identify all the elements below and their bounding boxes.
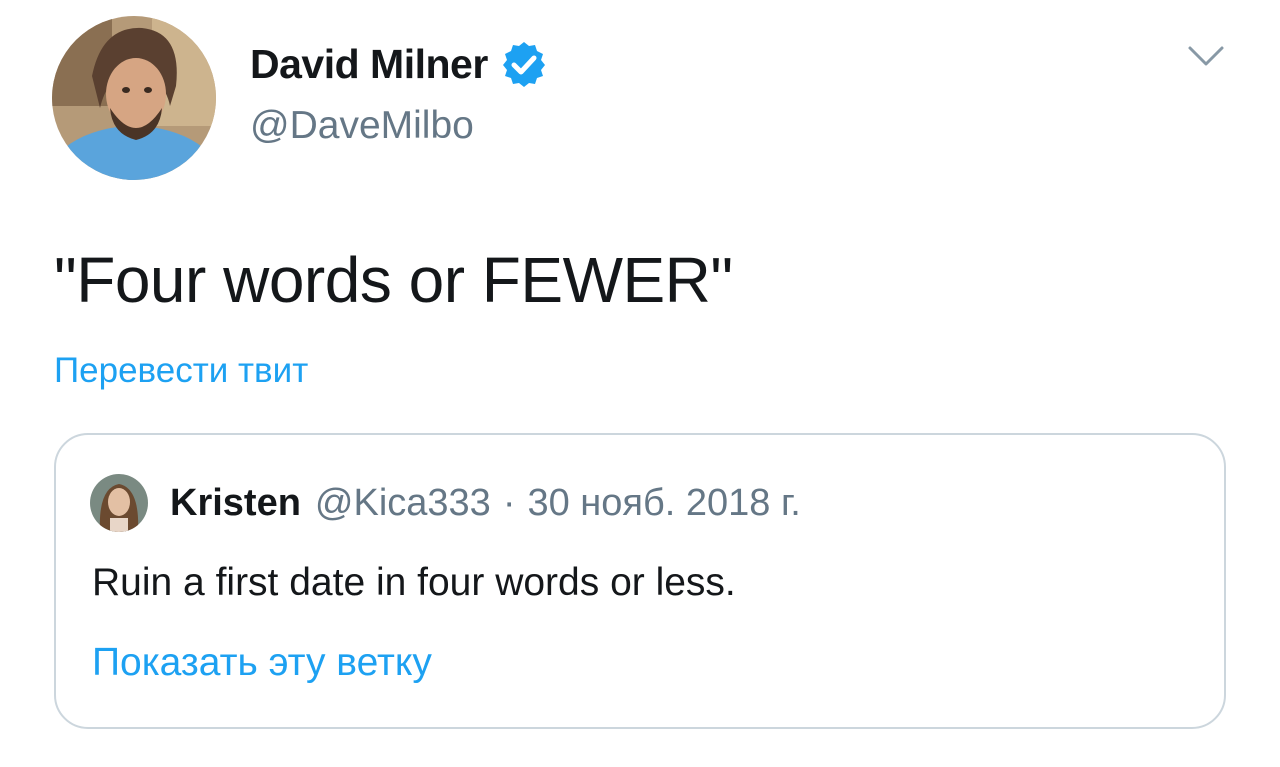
quoted-author-handle: @Kica333: [314, 481, 491, 524]
avatar-photo-icon: [52, 16, 216, 180]
author-avatar[interactable]: [52, 16, 216, 180]
quoted-author-avatar: [90, 474, 148, 532]
translate-tweet-link[interactable]: Перевести твит: [54, 351, 308, 391]
quoted-separator: ·: [502, 481, 516, 524]
verified-badge-icon: [500, 40, 548, 88]
quoted-tweet-header: Kristen @Kica333 · 30 нояб. 2018 г.: [90, 473, 801, 533]
quoted-avatar-photo-icon: [90, 474, 148, 532]
author-handle[interactable]: @DaveMilbo: [250, 104, 474, 148]
author-name-row: David Milner: [250, 40, 548, 88]
author-name[interactable]: David Milner: [250, 41, 488, 88]
quoted-author-name: Kristen: [170, 481, 301, 524]
show-thread-link[interactable]: Показать эту ветку: [92, 641, 432, 685]
tweet-text: "Four words or FEWER": [54, 244, 733, 316]
quoted-tweet-text: Ruin a first date in four words or less.: [92, 561, 736, 604]
quoted-tweet-date: 30 нояб. 2018 г.: [527, 481, 801, 524]
tweet-card: David Milner @DaveMilbo "Four words or F…: [0, 0, 1280, 767]
quoted-tweet[interactable]: Kristen @Kica333 · 30 нояб. 2018 г. Ruin…: [54, 433, 1226, 729]
chevron-down-icon[interactable]: [1186, 42, 1226, 72]
